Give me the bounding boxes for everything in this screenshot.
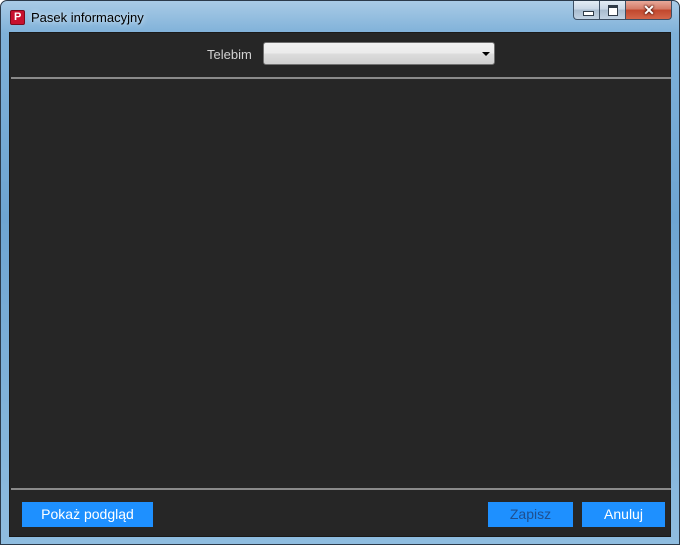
maximize-button[interactable] bbox=[600, 1, 626, 20]
app-icon-letter: P bbox=[14, 11, 22, 23]
show-preview-button[interactable]: Pokaż podgląd bbox=[22, 502, 153, 527]
minimize-icon bbox=[583, 11, 594, 16]
chevron-down-icon bbox=[482, 52, 490, 56]
dialog-content: Telebim Pokaż podgląd Zapisz Anuluj bbox=[9, 32, 671, 537]
window-title: Pasek informacyjny bbox=[31, 10, 144, 25]
minimize-button[interactable] bbox=[573, 1, 600, 20]
title-bar[interactable]: P Pasek informacyjny ✕ bbox=[1, 1, 679, 33]
telebim-dropdown[interactable] bbox=[263, 42, 495, 65]
save-button[interactable]: Zapisz bbox=[488, 502, 573, 527]
button-bar: Pokaż podgląd Zapisz Anuluj bbox=[11, 488, 671, 538]
dialog-window: P Pasek informacyjny ✕ Telebim Pokaż pod bbox=[0, 0, 680, 545]
caption-buttons: ✕ bbox=[573, 1, 672, 21]
app-icon[interactable]: P bbox=[10, 10, 25, 25]
maximize-icon bbox=[608, 5, 618, 16]
cancel-button[interactable]: Anuluj bbox=[582, 502, 665, 527]
content-area bbox=[11, 79, 671, 487]
close-button[interactable]: ✕ bbox=[626, 1, 672, 20]
close-icon: ✕ bbox=[643, 2, 655, 18]
settings-header: Telebim bbox=[11, 33, 671, 79]
telebim-label: Telebim bbox=[207, 47, 252, 62]
